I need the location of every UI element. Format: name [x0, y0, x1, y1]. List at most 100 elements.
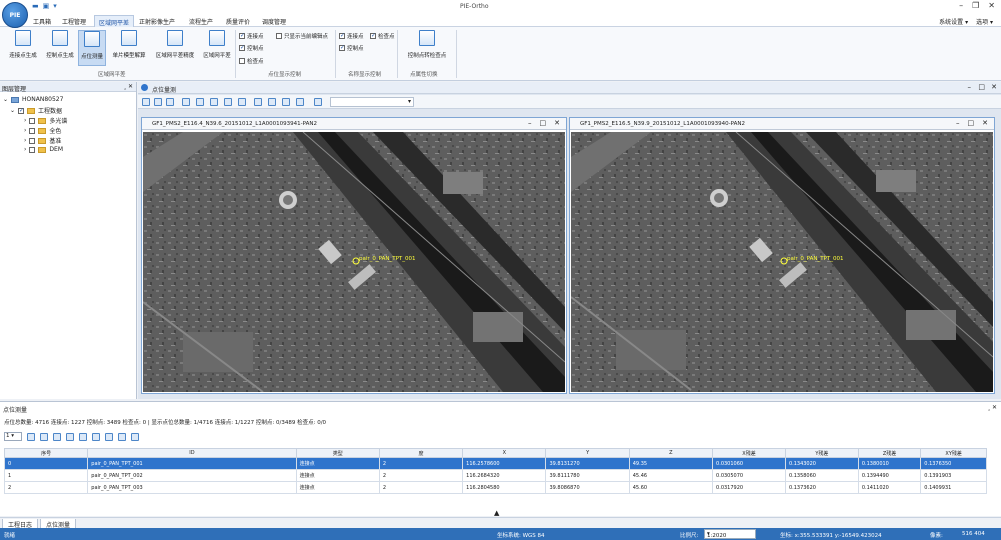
image-select[interactable]: ▾: [330, 97, 414, 107]
checkbox[interactable]: [239, 44, 245, 51]
menu-schedule[interactable]: 调度管理: [262, 17, 286, 26]
checkbox[interactable]: [370, 32, 376, 39]
col-header[interactable]: 度: [378, 448, 464, 458]
tool-icon[interactable]: [182, 98, 190, 106]
name-tie-checkbox[interactable]: 连接点: [339, 32, 364, 40]
col-header[interactable]: 序号: [3, 448, 89, 458]
close-button[interactable]: ✕: [988, 1, 995, 10]
col-header[interactable]: XY残差: [920, 448, 987, 458]
tool-icon[interactable]: [154, 98, 162, 106]
tree-item[interactable]: › 多光谱: [24, 116, 67, 125]
tree-project[interactable]: ⌄ 工程数据: [10, 106, 62, 116]
name-control-checkbox[interactable]: 控制点: [339, 44, 364, 52]
satellite-image[interactable]: pair_0_PAN_TPT_001: [571, 132, 993, 392]
col-header[interactable]: X: [462, 448, 547, 458]
pin-close-icon[interactable]: ꞈ ✕: [124, 83, 133, 90]
expand-arrow-icon[interactable]: ▲: [494, 509, 499, 517]
col-header[interactable]: Z: [628, 448, 714, 458]
maximize-button[interactable]: □: [540, 119, 547, 127]
single-model-button[interactable]: 单片模型解算: [108, 30, 150, 68]
save-icon[interactable]: ▣: [43, 2, 50, 10]
minimize-button[interactable]: –: [956, 119, 960, 127]
collapse-icon[interactable]: ›: [24, 117, 26, 124]
col-header[interactable]: 类型: [295, 448, 380, 458]
minimize-button[interactable]: –: [959, 1, 963, 10]
refresh-icon[interactable]: [27, 432, 35, 441]
export-icon[interactable]: [118, 432, 126, 441]
checkbox[interactable]: [29, 117, 36, 124]
control-point-gen-button[interactable]: 控制点生成: [42, 30, 78, 68]
scale-select[interactable]: 1:2020 ▾: [704, 529, 756, 539]
control-points-checkbox[interactable]: 控制点: [239, 44, 264, 52]
checkbox[interactable]: [239, 32, 245, 39]
checkbox[interactable]: [29, 146, 36, 153]
table-row[interactable]: 1 pair_0_PAN_TPT_002 连接点 2 116.2684320 39.811…: [3, 469, 987, 482]
tree-item[interactable]: › 基准: [24, 136, 61, 145]
point-measure-button[interactable]: 点位测量: [78, 30, 106, 66]
pin-close-icon[interactable]: ꞈ ✕: [988, 404, 997, 411]
checkbox[interactable]: [29, 137, 36, 144]
zoom-out-icon[interactable]: [268, 98, 276, 106]
tree-item[interactable]: › 全色: [24, 126, 61, 135]
save-icon[interactable]: [131, 432, 139, 441]
collapse-icon[interactable]: ›: [24, 127, 26, 134]
tree-root[interactable]: ⌄ HONAN80527: [3, 96, 63, 103]
tool-icon[interactable]: [314, 98, 322, 106]
close-button[interactable]: ✕: [982, 119, 988, 127]
col-header[interactable]: X残差: [712, 448, 786, 458]
adjustment-button[interactable]: 区域网平差: [200, 30, 234, 68]
menu-quality[interactable]: 质量评价: [226, 17, 250, 26]
pan-icon[interactable]: [282, 98, 290, 106]
restore-button[interactable]: ❐: [972, 1, 979, 10]
col-header[interactable]: ID: [87, 448, 297, 458]
system-settings-menu[interactable]: 系统设置 ▾: [939, 17, 968, 26]
checkbox[interactable]: [29, 127, 36, 134]
only-current-checkbox[interactable]: 只显示当前编辑点: [276, 32, 328, 40]
collapse-icon[interactable]: ›: [24, 146, 26, 153]
accuracy-button[interactable]: 区域网平差精度: [150, 30, 200, 68]
menu-toolbox[interactable]: 工具箱: [33, 17, 51, 26]
close-button[interactable]: ✕: [991, 83, 997, 91]
maximize-button[interactable]: □: [978, 83, 985, 91]
tie-points-checkbox[interactable]: 连接点: [239, 32, 264, 40]
checkbox[interactable]: [339, 44, 345, 51]
col-header[interactable]: Z残差: [857, 448, 922, 458]
tool-icon[interactable]: [224, 98, 232, 106]
table-row[interactable]: 2 pair_0_PAN_TPT_003 连接点 2 116.2804580 39.808…: [3, 481, 987, 494]
table-row[interactable]: 0 pair_0_PAN_TPT_001 连接点 2 116.2578600 39.813…: [3, 457, 987, 470]
tool-icon[interactable]: [142, 98, 150, 106]
tool-icon[interactable]: [166, 98, 174, 106]
options-menu[interactable]: 选项 ▾: [976, 17, 993, 26]
dropdown-icon[interactable]: ▾: [53, 2, 57, 10]
collapse-icon[interactable]: ›: [24, 137, 26, 144]
tool-icon[interactable]: [210, 98, 218, 106]
tie-point-gen-button[interactable]: 连接点生成: [5, 30, 41, 68]
check-points-checkbox[interactable]: 检查点: [239, 57, 264, 65]
menu-project[interactable]: 工程管理: [62, 17, 86, 26]
menu-workflow[interactable]: 流程生产: [189, 17, 213, 26]
delete-icon[interactable]: [238, 98, 246, 106]
menu-block-adjustment[interactable]: 区域网平差: [94, 15, 135, 27]
point-label[interactable]: pair_0_PAN_TPT_001: [787, 256, 844, 262]
tool-icon[interactable]: [79, 432, 87, 441]
col-header[interactable]: Y残差: [784, 448, 859, 458]
expand-icon[interactable]: ⌄: [3, 96, 8, 103]
tree-item[interactable]: › DEM: [24, 146, 63, 153]
menu-ortho[interactable]: 正射影像生产: [139, 17, 175, 26]
checkbox[interactable]: [239, 58, 245, 64]
tool-icon[interactable]: [40, 432, 48, 441]
close-button[interactable]: ✕: [554, 119, 560, 127]
tool-icon[interactable]: [296, 98, 304, 106]
open-icon[interactable]: ▬: [32, 2, 39, 10]
point-label[interactable]: pair_0_PAN_TPT_001: [359, 256, 416, 262]
checkbox[interactable]: [18, 107, 24, 114]
maximize-button[interactable]: □: [968, 119, 975, 127]
filter-icon[interactable]: [53, 432, 61, 441]
checkbox[interactable]: [276, 33, 282, 39]
delete-icon[interactable]: [66, 432, 74, 441]
satellite-image[interactable]: pair_0_PAN_TPT_001: [143, 132, 565, 392]
app-logo[interactable]: PIE: [2, 2, 28, 28]
name-check-checkbox[interactable]: 检查点: [370, 32, 395, 40]
tool-icon[interactable]: [196, 98, 204, 106]
tool-icon[interactable]: [92, 432, 100, 441]
